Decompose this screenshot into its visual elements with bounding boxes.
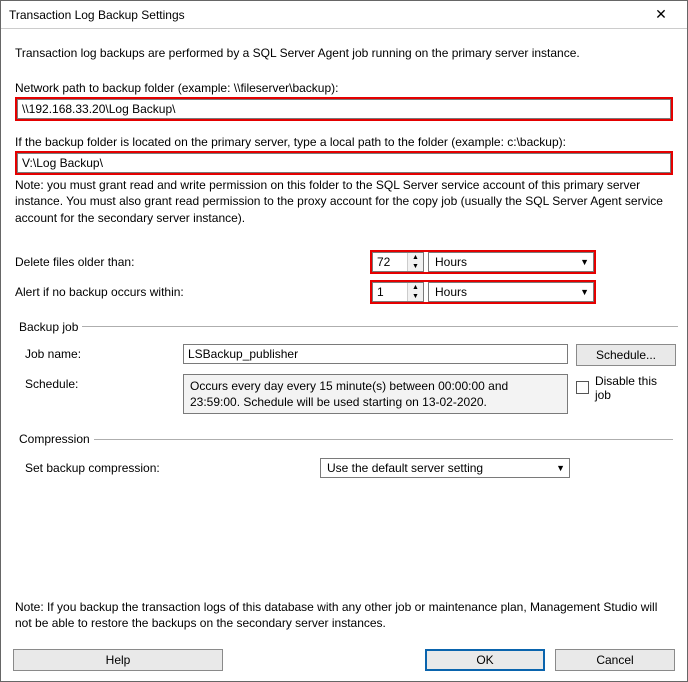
window-title: Transaction Log Backup Settings <box>9 8 185 22</box>
spinner-arrows[interactable]: ▲ ▼ <box>407 283 423 301</box>
schedule-text: Occurs every day every 15 minute(s) betw… <box>183 374 568 414</box>
chevron-down-icon: ▼ <box>580 257 589 267</box>
alert-if-controls: ▲ ▼ Hours ▼ <box>370 280 596 304</box>
checkbox-icon <box>576 381 589 394</box>
chevron-down-icon[interactable]: ▼ <box>408 292 423 301</box>
disable-job-label: Disable this job <box>595 374 676 402</box>
delete-older-unit-combo[interactable]: Hours ▼ <box>428 252 594 272</box>
close-icon[interactable]: ✕ <box>641 6 681 23</box>
compression-value: Use the default server setting <box>327 461 483 475</box>
compression-group: Compression Set backup compression: Use … <box>15 432 673 480</box>
delete-older-label: Delete files older than: <box>15 255 370 269</box>
delete-older-row: Delete files older than: ▲ ▼ Hours ▼ <box>15 250 673 274</box>
spinner-arrows[interactable]: ▲ ▼ <box>407 253 423 271</box>
local-path-input[interactable] <box>17 153 671 173</box>
chevron-up-icon[interactable]: ▲ <box>408 283 423 292</box>
disable-job-checkbox[interactable]: Disable this job <box>576 374 676 402</box>
backup-job-legend: Backup job <box>15 320 82 334</box>
title-bar: Transaction Log Backup Settings ✕ <box>1 1 687 29</box>
alert-if-unit-combo[interactable]: Hours ▼ <box>428 282 594 302</box>
compression-combo[interactable]: Use the default server setting ▼ <box>320 458 570 478</box>
job-name-label: Job name: <box>25 344 175 361</box>
chevron-down-icon: ▼ <box>580 287 589 297</box>
compression-label: Set backup compression: <box>25 461 320 475</box>
network-path-highlight <box>15 97 673 121</box>
dialog-window: Transaction Log Backup Settings ✕ Transa… <box>0 0 688 682</box>
cancel-button[interactable]: Cancel <box>555 649 675 671</box>
chevron-down-icon[interactable]: ▼ <box>408 262 423 271</box>
network-path-input[interactable] <box>17 99 671 119</box>
alert-if-label: Alert if no backup occurs within: <box>15 285 370 299</box>
chevron-down-icon: ▼ <box>556 463 565 473</box>
footer-note: Note: If you backup the transaction logs… <box>15 593 673 631</box>
schedule-label: Schedule: <box>25 374 175 391</box>
dialog-body: Transaction log backups are performed by… <box>1 29 687 639</box>
help-button[interactable]: Help <box>13 649 223 671</box>
local-path-highlight <box>15 151 673 175</box>
alert-if-row: Alert if no backup occurs within: ▲ ▼ Ho… <box>15 280 673 304</box>
chevron-up-icon[interactable]: ▲ <box>408 253 423 262</box>
job-name-input[interactable] <box>183 344 568 364</box>
schedule-button[interactable]: Schedule... <box>576 344 676 366</box>
local-path-label: If the backup folder is located on the p… <box>15 135 673 149</box>
dialog-buttons: Help OK Cancel <box>1 639 687 681</box>
backup-job-group: Backup job Job name: Schedule... Schedul… <box>15 320 678 416</box>
network-path-label: Network path to backup folder (example: … <box>15 81 673 95</box>
alert-if-value[interactable] <box>373 283 407 301</box>
alert-if-spinner[interactable]: ▲ ▼ <box>372 282 424 302</box>
delete-older-spinner[interactable]: ▲ ▼ <box>372 252 424 272</box>
permission-note: Note: you must grant read and write perm… <box>15 177 673 226</box>
compression-legend: Compression <box>15 432 94 446</box>
ok-button[interactable]: OK <box>425 649 545 671</box>
alert-if-unit: Hours <box>435 285 467 299</box>
delete-older-controls: ▲ ▼ Hours ▼ <box>370 250 596 274</box>
delete-older-value[interactable] <box>373 253 407 271</box>
intro-text: Transaction log backups are performed by… <box>15 45 673 61</box>
delete-older-unit: Hours <box>435 255 467 269</box>
